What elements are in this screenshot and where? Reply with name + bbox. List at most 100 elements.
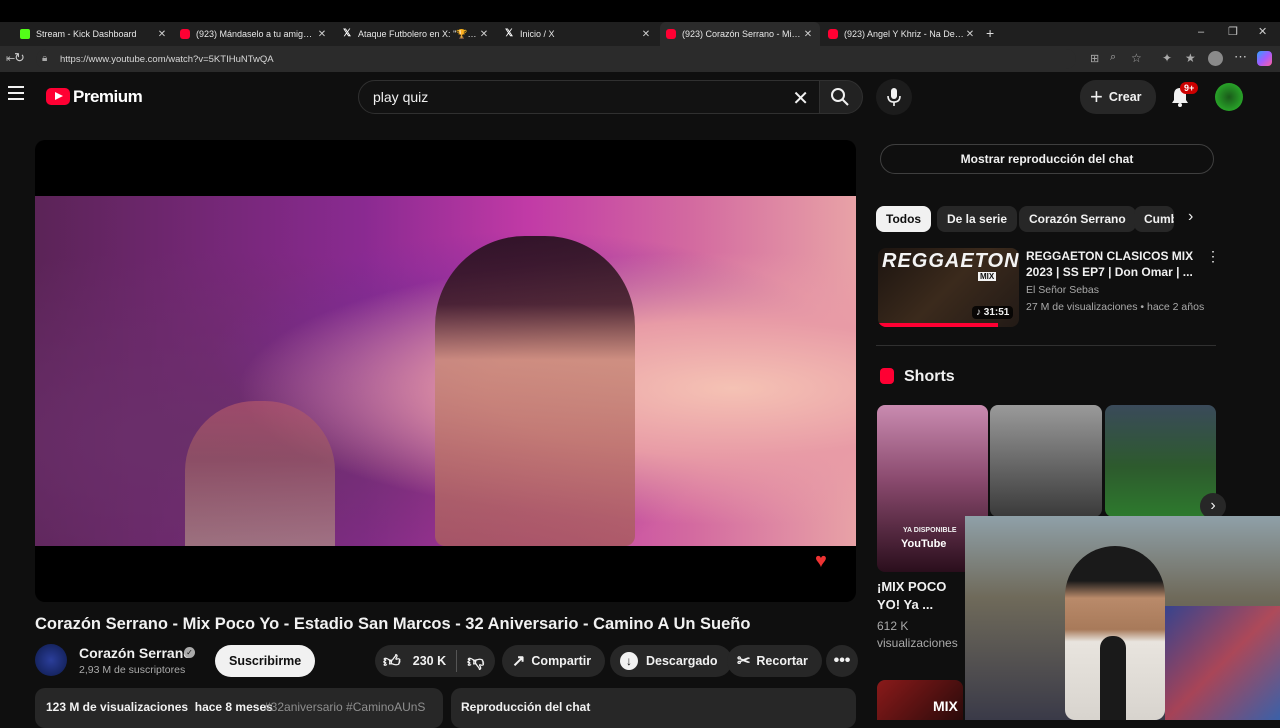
close-tab-icon[interactable]: ✕ <box>640 29 652 40</box>
search-input[interactable]: play quiz ✕ <box>358 80 820 114</box>
app-icon[interactable]: ⊞ <box>1090 52 1099 65</box>
divider <box>876 345 1216 346</box>
channel-watermark-icon[interactable]: ♥ <box>815 550 827 573</box>
subscriber-count: 2,93 M de suscriptores <box>79 664 186 676</box>
short-thumbnail-3[interactable] <box>1105 405 1216 517</box>
new-tab-icon[interactable]: + <box>986 25 994 41</box>
video-player[interactable]: ♥ <box>35 140 856 602</box>
short-badge: YA DISPONIBLE <box>903 527 957 534</box>
tab-title: (923) Angel Y Khriz - Na De Na ft <box>844 29 964 39</box>
tab-x-ataque[interactable]: 𝕏 Ataque Futbolero en X: "🏆 ¡AR [Ol ✕ <box>336 22 496 46</box>
hamburger-menu-icon[interactable] <box>8 86 24 100</box>
restore-icon[interactable]: ❐ <box>1228 25 1238 38</box>
short-views: 612 K visualizaciones <box>877 619 958 650</box>
description-box[interactable]: 123 M de visualizaciones hace 8 meses #3… <box>35 688 443 728</box>
url-field[interactable]: 🔒︎ https://www.youtube.com/watch?v=5KTIH… <box>36 49 1076 69</box>
short-title[interactable]: ¡MIX POCO YO! Ya ... <box>877 578 959 614</box>
channel-name[interactable]: Corazón Serrano <box>79 645 192 661</box>
download-button[interactable]: ↓ Descargado <box>610 645 732 677</box>
close-tab-icon[interactable]: ✕ <box>802 29 814 40</box>
more-vertical-icon[interactable]: ⋮ <box>1206 248 1220 265</box>
copilot-icon[interactable] <box>1257 51 1272 66</box>
video-frame[interactable] <box>35 196 856 546</box>
short-thumbnail-4[interactable]: MIX <box>877 680 963 720</box>
like-count[interactable]: 230 K <box>413 654 446 668</box>
video-title: Corazón Serrano - Mix Poco Yo - Estadio … <box>35 615 751 633</box>
short-yt-logo: YouTube <box>901 538 947 550</box>
youtube-icon <box>666 29 676 39</box>
clear-search-icon[interactable]: ✕ <box>792 86 809 111</box>
url-text: https://www.youtube.com/watch?v=5KTIHuNT… <box>60 53 274 65</box>
x-icon: 𝕏 <box>504 28 514 39</box>
tab-title: (923) Corazón Serrano - Mix Poc <box>682 29 802 39</box>
youtube-page: Premium play quiz ✕ + Crear 9+ ♥ Corazón… <box>0 72 1280 728</box>
music-note-icon: ♪ <box>976 307 984 318</box>
share-icon: ↗ <box>512 653 526 670</box>
profile-avatar-icon[interactable] <box>1208 51 1223 66</box>
more-horizontal-icon: ••• <box>833 652 851 669</box>
chip-corazon-serrano[interactable]: Corazón Serrano <box>1019 206 1136 232</box>
singer-figure <box>435 236 635 546</box>
chip-cumbia[interactable]: Cumb <box>1134 206 1174 232</box>
chip-label: Cumb <box>1144 212 1174 226</box>
tab-title: (923) Mándaselo a tu amigo sin d <box>196 29 316 39</box>
tab-kick-dashboard[interactable]: Stream - Kick Dashboard ✕ <box>14 22 174 46</box>
download-label: Descargado <box>646 654 718 668</box>
chip-label: Corazón Serrano <box>1029 212 1126 226</box>
channel-avatar[interactable] <box>35 644 67 676</box>
share-button[interactable]: ↗ Compartir <box>502 645 606 677</box>
more-actions-button[interactable]: ••• <box>826 645 858 677</box>
close-tab-icon[interactable]: ✕ <box>478 29 490 40</box>
favorites-icon[interactable]: ★ <box>1185 51 1196 65</box>
tab-youtube-1[interactable]: (923) Mándaselo a tu amigo sin d ✕ <box>174 22 334 46</box>
tab-youtube-active[interactable]: (923) Corazón Serrano - Mix Poc ✕ <box>660 22 820 46</box>
reload-icon[interactable]: ↻ <box>14 50 25 66</box>
more-menu-icon[interactable]: ⋯ <box>1234 49 1247 65</box>
tab-title: Inicio / X <box>520 29 555 39</box>
clip-label: Recortar <box>756 654 808 668</box>
site-info-icon[interactable]: 🔒︎ <box>42 53 47 64</box>
minimize-icon[interactable]: – <box>1198 26 1204 38</box>
subscribe-button[interactable]: Suscribirme <box>215 645 316 677</box>
close-window-icon[interactable]: ✕ <box>1258 25 1267 38</box>
short-thumbnail-2[interactable] <box>990 405 1102 517</box>
chat-replay-label: Reproducción del chat <box>461 700 591 714</box>
close-tab-icon[interactable]: ✕ <box>156 29 168 40</box>
rec-title[interactable]: REGGAETON CLASICOS MIX 2023 | SS EP7 | D… <box>1026 248 1206 280</box>
rec-channel[interactable]: El Señor Sebas <box>1026 284 1099 296</box>
chat-replay-box[interactable]: Reproducción del chat <box>451 688 856 728</box>
search-icon <box>831 88 849 106</box>
rec-thumbnail[interactable]: REGGAETON MIX ♪ 31:51 <box>878 248 1019 327</box>
extensions-icon[interactable]: ✦ <box>1162 51 1172 65</box>
zoom-icon[interactable]: ⌕ <box>1110 51 1116 64</box>
favorite-star-icon[interactable]: ☆ <box>1131 51 1142 65</box>
shorts-logo-icon <box>880 368 894 384</box>
webcam-overlay <box>965 516 1280 720</box>
browser-tab-bar: Stream - Kick Dashboard ✕ (923) Mándasel… <box>0 0 1280 46</box>
clip-button[interactable]: ✂ Recortar <box>727 645 822 677</box>
like-divider <box>456 650 458 672</box>
show-chat-replay-button[interactable]: Mostrar reproducción del chat <box>880 144 1214 174</box>
short-thumb-text: MIX <box>933 698 958 714</box>
tab-title: Ataque Futbolero en X: "🏆 ¡AR [Ol <box>358 28 478 39</box>
close-tab-icon[interactable]: ✕ <box>316 29 328 40</box>
tab-youtube-3[interactable]: (923) Angel Y Khriz - Na De Na ft ✕ <box>822 22 982 46</box>
chip-de-la-serie[interactable]: De la serie <box>937 206 1018 232</box>
show-chat-label: Mostrar reproducción del chat <box>960 152 1134 166</box>
chip-label: De la serie <box>947 212 1008 226</box>
like-icon[interactable]: 👍︎ <box>383 651 401 672</box>
tab-title: Stream - Kick Dashboard <box>36 29 137 39</box>
youtube-icon <box>180 29 190 39</box>
view-count-date: 123 M de visualizaciones hace 8 meses <box>46 700 273 714</box>
search-button[interactable] <box>819 80 863 114</box>
hashtags[interactable]: #32aniversario #CaminoAUnS <box>264 700 425 714</box>
close-tab-icon[interactable]: ✕ <box>964 29 976 40</box>
scissors-icon: ✂ <box>737 653 751 670</box>
title-strip <box>0 0 1280 22</box>
chevron-right-icon[interactable]: › <box>1188 208 1193 226</box>
dislike-icon[interactable]: 👎︎ <box>467 651 484 672</box>
download-icon: ↓ <box>620 652 638 670</box>
chip-todos[interactable]: Todos <box>876 206 932 232</box>
tab-x-inicio[interactable]: 𝕏 Inicio / X ✕ <box>498 22 658 46</box>
youtube-logo-icon[interactable] <box>46 88 70 105</box>
